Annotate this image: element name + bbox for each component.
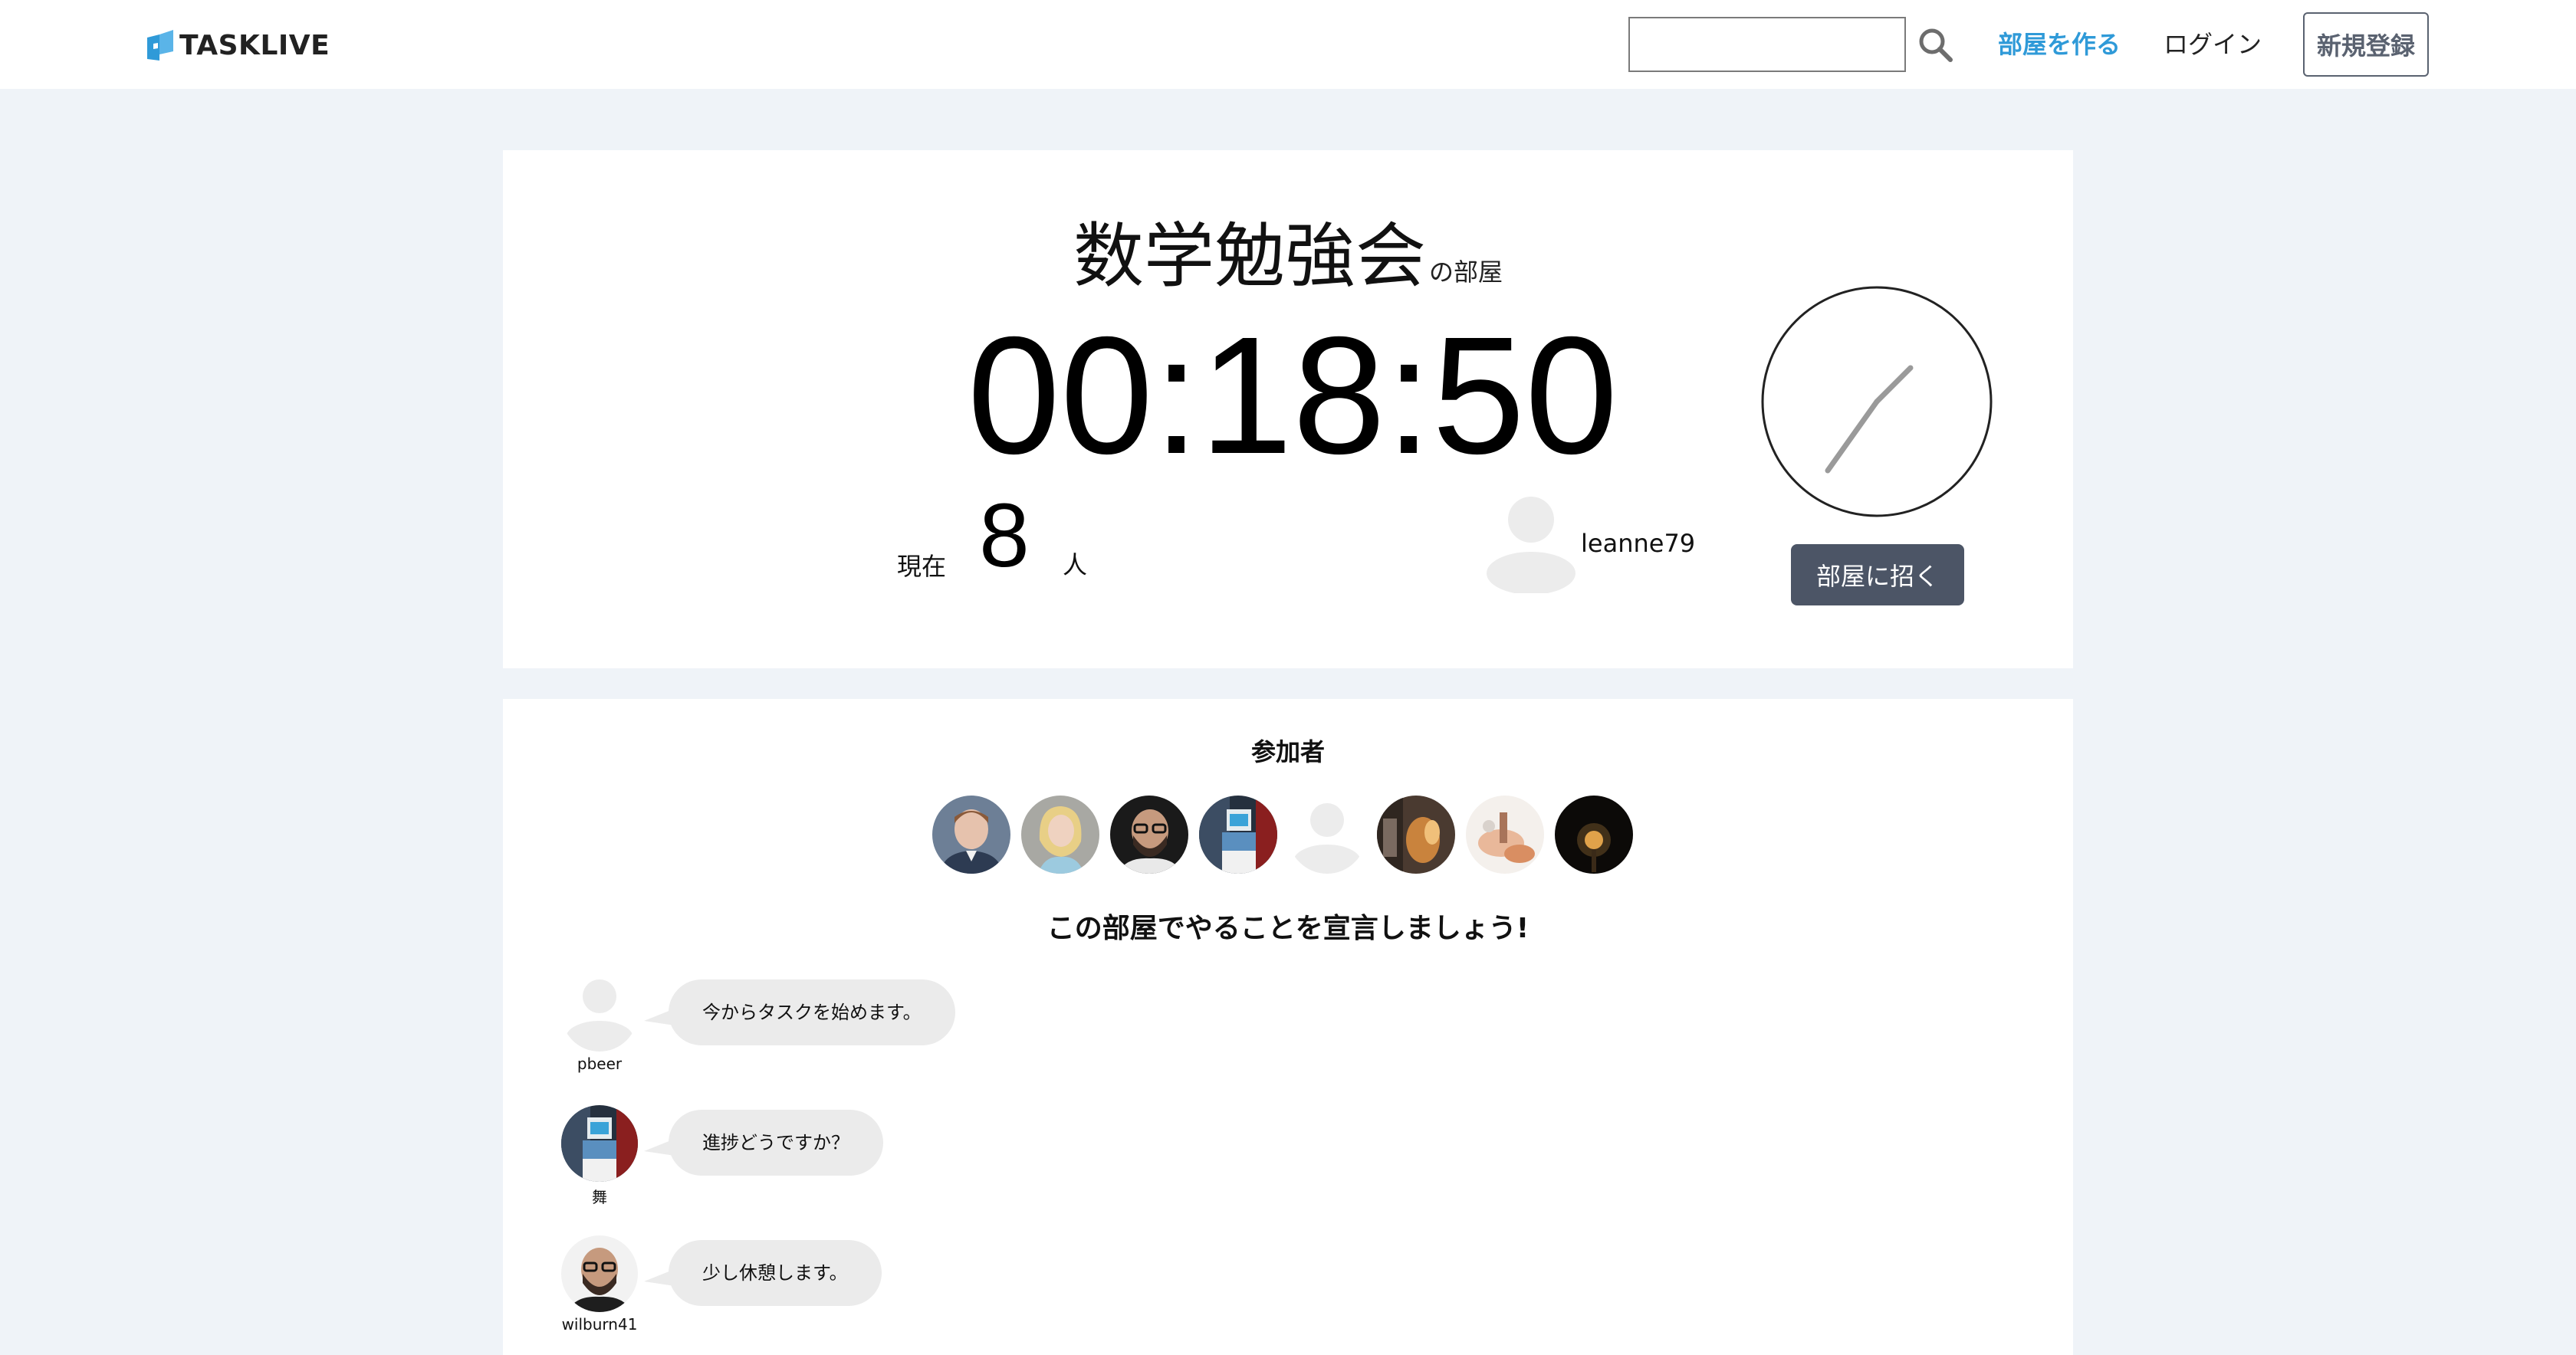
avatar-dark-photo-icon — [1555, 796, 1633, 874]
participant-avatar[interactable] — [1110, 796, 1188, 874]
elapsed-timer: 00:18:50 — [967, 303, 1618, 489]
participant-avatar[interactable] — [1555, 796, 1633, 874]
participant-avatar[interactable] — [1377, 796, 1455, 874]
create-room-link[interactable]: 部屋を作る — [1998, 28, 2121, 61]
avatar-warm-photo-icon — [1377, 796, 1455, 874]
participant-avatar[interactable] — [1288, 796, 1366, 874]
site-logo[interactable]: TASKLIVE — [146, 28, 330, 63]
invite-button[interactable]: 部屋に招く — [1791, 544, 1964, 605]
chat-bubble: 今からタスクを始めます。 — [669, 979, 955, 1045]
participant-avatar[interactable] — [932, 796, 1010, 874]
chat-username: 舞 — [592, 1188, 607, 1206]
chat-username: pbeer — [577, 1055, 623, 1073]
avatar-bald-man-glasses-icon — [561, 1235, 638, 1312]
search-input[interactable] — [1628, 17, 1906, 72]
owner-name: leanne79 — [1581, 529, 1696, 558]
search-button[interactable] — [1917, 26, 1953, 63]
avatar-blonde-woman-icon — [1021, 796, 1099, 874]
participants-title: 参加者 — [1250, 737, 1325, 766]
chat-avatar[interactable] — [561, 1235, 638, 1312]
room-card: 数学勉強会 の部屋 00:18:50 現在 8 人 leanne79 部屋に招く — [503, 150, 2073, 668]
chat-message: pbeer 今からタスクを始めます。 — [561, 975, 1481, 1082]
avatar-figure-blue-icon — [1199, 796, 1277, 874]
count-unit: 人 — [1063, 550, 1088, 579]
chat-bubble: 進捗どうですか？ — [669, 1110, 883, 1176]
site-header: TASKLIVE 部屋を作る ログイン 新規登録 — [0, 0, 2576, 89]
declaration-title: この部屋でやることを宣言しましょう! — [1046, 913, 1530, 944]
chat-bubble: 少し休憩します。 — [669, 1240, 882, 1306]
room-name: 数学勉強会 — [1073, 215, 1426, 297]
logo-icon — [147, 30, 173, 61]
avatar-figure-blue-icon — [561, 1105, 638, 1182]
chat-avatar[interactable] — [561, 1105, 638, 1182]
avatar-young-man-icon — [932, 796, 1010, 874]
participant-avatar[interactable] — [1199, 796, 1277, 874]
logo-text: TASKLIVE — [179, 29, 330, 61]
chat-message: 舞 進捗どうですか？ — [561, 1105, 1481, 1212]
participants-card: 参加者 この部屋でやることを宣言しましょう! pbeer 今からタスクを始めます… — [503, 699, 2073, 1355]
participant-count: 8 — [979, 485, 1030, 586]
user-default-icon — [1487, 497, 1576, 595]
chat-username: wilburn41 — [561, 1315, 638, 1334]
chat-avatar[interactable] — [561, 975, 638, 1052]
count-label: 現在 — [897, 552, 947, 581]
participant-avatar[interactable] — [1466, 796, 1544, 874]
owner-avatar — [1481, 494, 1581, 595]
avatar-bald-man-glasses-icon — [1110, 796, 1188, 874]
avatar-default-icon — [1288, 796, 1366, 874]
room-suffix: の部屋 — [1429, 258, 1503, 287]
login-link[interactable]: ログイン — [2164, 28, 2262, 61]
clock-icon — [1761, 286, 1993, 517]
avatar-light-photo-icon — [1466, 796, 1544, 874]
avatar-default-icon — [561, 975, 638, 1052]
participant-avatars — [932, 796, 1633, 877]
participant-avatar[interactable] — [1021, 796, 1099, 874]
register-button[interactable]: 新規登録 — [2303, 12, 2429, 77]
search-icon — [1919, 28, 1953, 62]
chat-message: wilburn41 少し休憩します。 — [561, 1235, 1481, 1343]
